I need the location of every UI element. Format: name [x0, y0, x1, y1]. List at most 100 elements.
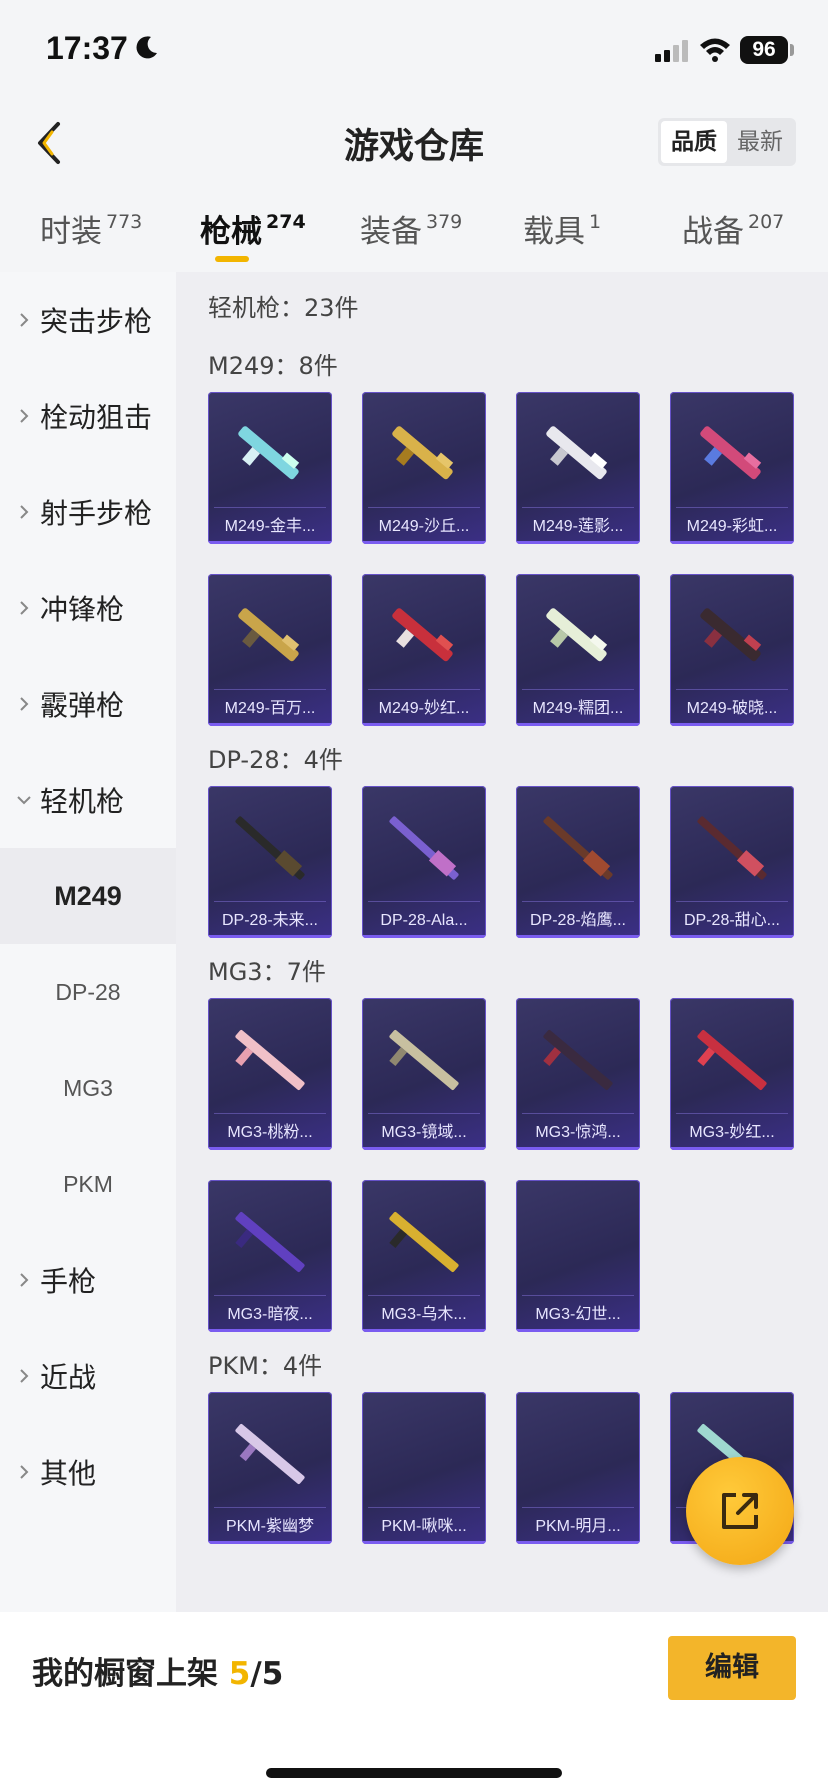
card-divider: [214, 901, 326, 902]
sort-quality-button[interactable]: 品质: [661, 121, 727, 163]
section-title-pkm: PKM：4件: [208, 1352, 323, 1380]
item-card[interactable]: PKM-啾咪...: [362, 1392, 486, 1544]
card-divider: [368, 507, 480, 508]
battery-tip: [790, 44, 794, 56]
card-divider: [368, 1507, 480, 1508]
item-card[interactable]: DP-28-Ala...: [362, 786, 486, 938]
item-card[interactable]: M249-莲影...: [516, 392, 640, 544]
item-name: PKM-明月...: [535, 1518, 621, 1535]
wifi-icon: [700, 38, 730, 62]
card-divider: [214, 1507, 326, 1508]
sidebar-sub-mg3[interactable]: MG3: [0, 1040, 176, 1136]
item-name: MG3-妙红...: [689, 1124, 775, 1141]
item-name: M249-莲影...: [532, 518, 624, 535]
item-card[interactable]: M249-金丰...: [208, 392, 332, 544]
gun-skin-image: [543, 1029, 613, 1091]
gun-skin-image: [546, 608, 608, 662]
section-title-dp28: DP-28：4件: [208, 746, 343, 774]
chevron-right-icon: [20, 313, 29, 327]
item-name: M249-破晓...: [686, 700, 778, 717]
item-card[interactable]: MG3-暗夜...: [208, 1180, 332, 1332]
item-name: MG3-乌木...: [381, 1306, 467, 1323]
chevron-right-icon: [20, 505, 29, 519]
sidebar-item-assault-rifle[interactable]: 突击步枪: [0, 272, 176, 368]
item-card[interactable]: M249-破晓...: [670, 574, 794, 726]
sidebar-item-marksman-rifle[interactable]: 射手步枪: [0, 464, 176, 560]
item-name: MG3-桃粉...: [227, 1124, 313, 1141]
sidebar-item-smg[interactable]: 冲锋枪: [0, 560, 176, 656]
item-card[interactable]: PKM-明月...: [516, 1392, 640, 1544]
gun-skin-image: [235, 1029, 305, 1091]
chevron-right-icon: [20, 409, 29, 423]
item-card[interactable]: MG3-桃粉...: [208, 998, 332, 1150]
gun-skin-image: [392, 426, 454, 480]
gun-skin-image: [235, 816, 305, 880]
card-divider: [368, 1295, 480, 1296]
card-divider: [368, 901, 480, 902]
item-name: DP-28-甜心...: [683, 912, 781, 929]
item-card[interactable]: M249-彩虹...: [670, 392, 794, 544]
item-card[interactable]: PKM-紫幽梦: [208, 1392, 332, 1544]
sidebar-item-melee[interactable]: 近战: [0, 1328, 176, 1424]
sidebar-item-lmg[interactable]: 轻机枪: [0, 752, 176, 848]
sidebar-item-label: 霰弹枪: [40, 689, 125, 722]
card-divider: [522, 689, 634, 690]
share-button[interactable]: [686, 1457, 794, 1565]
section-title-m249: M249：8件: [208, 352, 338, 380]
item-card[interactable]: MG3-妙红...: [670, 998, 794, 1150]
sidebar-item-shotgun[interactable]: 霰弹枪: [0, 656, 176, 752]
tab-fashion[interactable]: 时装 773: [40, 206, 142, 251]
tab-supplies[interactable]: 战备 207: [682, 206, 784, 251]
card-divider: [676, 689, 788, 690]
item-name: MG3-惊鸿...: [535, 1124, 621, 1141]
tab-vehicles[interactable]: 载具 1: [523, 206, 601, 251]
sidebar-item-pistol[interactable]: 手枪: [0, 1232, 176, 1328]
card-divider: [214, 689, 326, 690]
item-card[interactable]: M249-百万...: [208, 574, 332, 726]
sidebar-item-bolt-sniper[interactable]: 栓动狙击: [0, 368, 176, 464]
edit-button[interactable]: 编辑: [668, 1636, 796, 1700]
sidebar-sub-pkm[interactable]: PKM: [0, 1136, 176, 1232]
item-card[interactable]: MG3-乌木...: [362, 1180, 486, 1332]
item-name: DP-28-未来...: [221, 912, 319, 929]
sort-newest-button[interactable]: 最新: [727, 121, 793, 163]
card-divider: [522, 901, 634, 902]
battery-indicator: 96: [740, 36, 788, 64]
home-indicator: [266, 1768, 562, 1778]
card-divider: [522, 1295, 634, 1296]
card-divider: [522, 507, 634, 508]
gun-skin-image: [389, 816, 459, 880]
item-name: M249-妙红...: [378, 700, 470, 717]
gun-skin-image: [392, 608, 454, 662]
card-divider: [676, 901, 788, 902]
item-card[interactable]: MG3-幻世...: [516, 1180, 640, 1332]
item-card[interactable]: DP-28-未来...: [208, 786, 332, 938]
card-divider: [676, 1113, 788, 1114]
card-divider: [522, 1507, 634, 1508]
item-card[interactable]: DP-28-焰鹰...: [516, 786, 640, 938]
item-card[interactable]: MG3-镜域...: [362, 998, 486, 1150]
gun-skin-image: [235, 1423, 305, 1485]
sidebar-item-label: 突击步枪: [40, 305, 153, 338]
card-divider: [368, 689, 480, 690]
gun-skin-image: [546, 426, 608, 480]
gun-skin-image: [235, 1211, 305, 1273]
item-card[interactable]: M249-妙红...: [362, 574, 486, 726]
sidebar-sub-dp28[interactable]: DP-28: [0, 944, 176, 1040]
chevron-right-icon: [20, 697, 29, 711]
item-card[interactable]: DP-28-甜心...: [670, 786, 794, 938]
chevron-down-icon: [17, 796, 31, 805]
sidebar-item-label: 手枪: [40, 1265, 97, 1298]
item-card[interactable]: M249-沙丘...: [362, 392, 486, 544]
tab-guns[interactable]: 枪械 274: [200, 206, 306, 251]
sidebar-item-label: 其他: [40, 1457, 97, 1490]
item-card[interactable]: MG3-惊鸿...: [516, 998, 640, 1150]
item-card[interactable]: M249-糯团...: [516, 574, 640, 726]
sidebar-item-label: 射手步枪: [40, 497, 153, 530]
tab-equipment[interactable]: 装备 379: [360, 206, 462, 251]
sidebar: 突击步枪 栓动狙击 射手步枪 冲锋枪 霰弹枪 轻机枪 M249 DP-28 MG…: [0, 272, 176, 1612]
sidebar-item-other[interactable]: 其他: [0, 1424, 176, 1520]
card-divider: [214, 507, 326, 508]
status-bar: 17:37 96: [0, 0, 828, 96]
sidebar-sub-m249[interactable]: M249: [0, 848, 176, 944]
